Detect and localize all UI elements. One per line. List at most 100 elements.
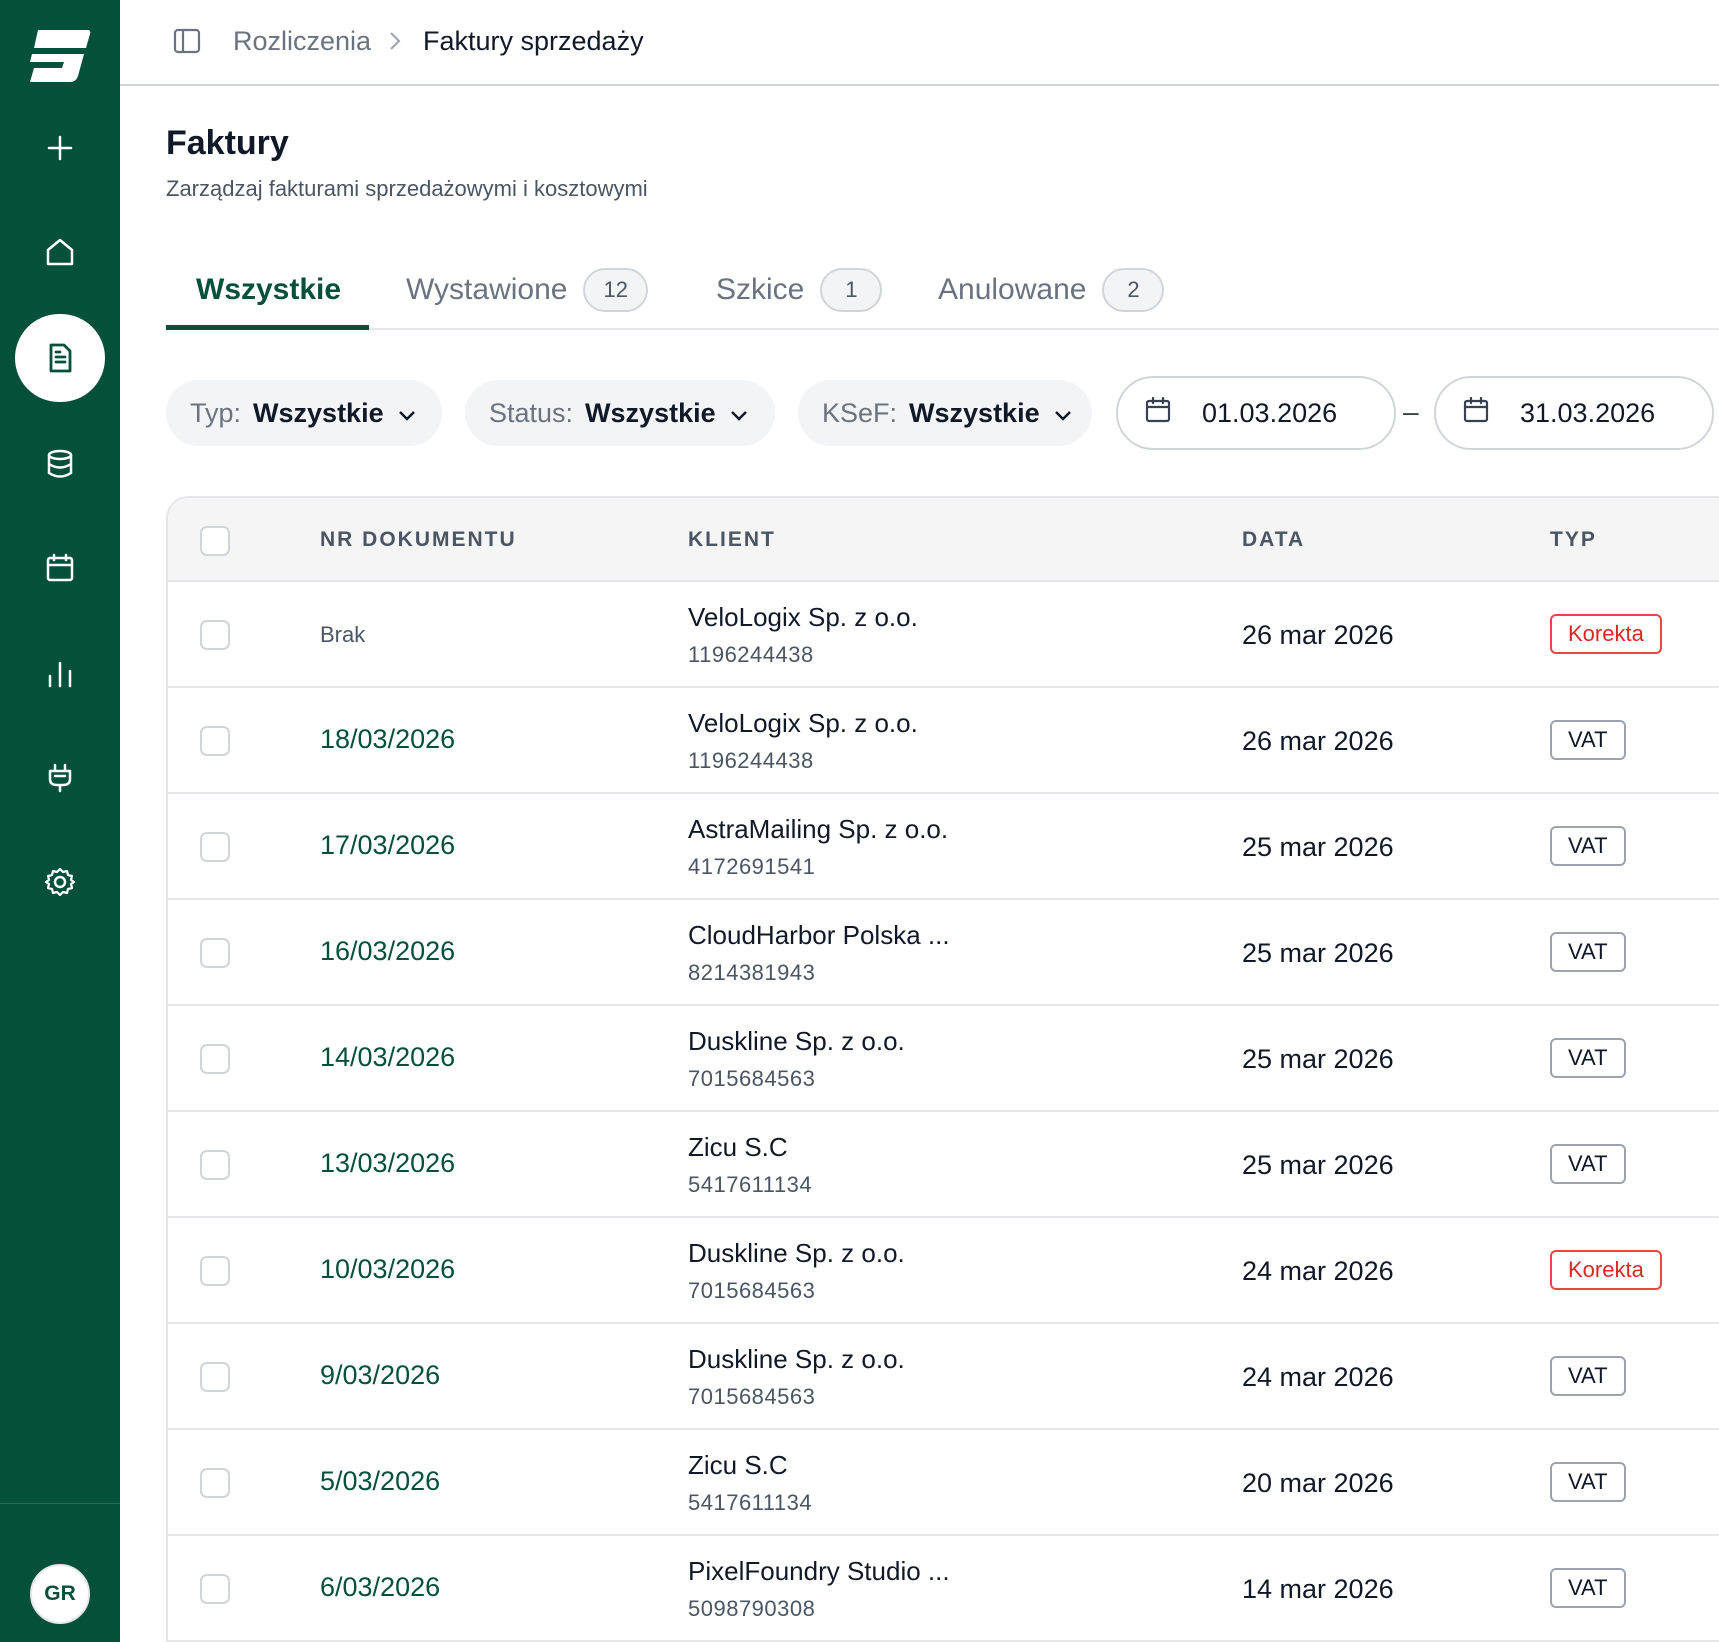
filter-value: Wszystkie [585,397,716,428]
sidebar-item-home[interactable] [0,212,120,292]
table-row[interactable]: 13/03/2026 Zicu S.C 5417611134 25 mar 2026 V… [168,1112,1719,1218]
chevron-down-icon [730,398,748,429]
tab-drafts[interactable]: Szkice 1 [716,250,883,330]
type-badge: Korekta [1550,614,1662,654]
date-range-separator: – [1403,396,1419,427]
avatar[interactable]: GR [30,1564,90,1624]
column-header-type[interactable]: TYP [1550,528,1597,552]
filter-value: Wszystkie [253,397,384,428]
chart-icon [44,658,76,690]
date-to-input[interactable]: 31.03.2026 [1434,376,1714,450]
table-row[interactable]: 9/03/2026 Duskline Sp. z o.o. 7015684563 24… [168,1324,1719,1430]
row-checkbox[interactable] [200,832,230,862]
type-badge: VAT [1550,1038,1626,1078]
type-filter[interactable]: Typ: Wszystkie [166,380,442,446]
sidebar: GR [0,0,120,1642]
page-subtitle: Zarządzaj fakturami sprzedażowymi i kosz… [166,176,648,201]
client-name: VeloLogix Sp. z o.o. [688,602,918,632]
document-number[interactable]: 5/03/2026 [320,1466,440,1497]
client-name: VeloLogix Sp. z o.o. [688,708,918,738]
document-number[interactable]: 17/03/2026 [320,830,455,861]
document-number[interactable]: 16/03/2026 [320,936,455,967]
document-number[interactable]: 10/03/2026 [320,1254,455,1285]
plug-icon [44,762,76,794]
table-row[interactable]: 16/03/2026 CloudHarbor Polska ... 82143819… [168,900,1719,1006]
column-header-client[interactable]: KLIENT [688,528,776,552]
tab-label: Szkice [716,273,805,306]
filter-label: Status: [489,397,574,428]
table-row[interactable]: Brak VeloLogix Sp. z o.o. 1196244438 26 mar… [168,582,1719,688]
client-nip: 5098790308 [688,1596,816,1621]
row-checkbox[interactable] [200,1044,230,1074]
database-icon [44,448,76,480]
tab-issued[interactable]: Wystawione 12 [406,250,648,330]
client-nip: 1196244438 [688,748,814,773]
client-name: Duskline Sp. z o.o. [688,1344,905,1374]
select-all-checkbox[interactable] [200,526,230,556]
client-nip: 5417611134 [688,1172,813,1197]
home-icon [44,236,76,268]
filter-label: KSeF: [822,397,898,428]
add-button[interactable] [0,108,120,188]
app-logo[interactable] [28,22,92,88]
invoice-date: 25 mar 2026 [1242,1044,1394,1074]
table-header: NR DOKUMENTU KLIENT DATA TYP [168,498,1719,582]
row-checkbox[interactable] [200,1150,230,1180]
row-checkbox[interactable] [200,1574,230,1604]
table-row[interactable]: 6/03/2026 PixelFoundry Studio ... 50987903… [168,1536,1719,1642]
ksef-filter[interactable]: KSeF: Wszystkie [798,380,1092,446]
tab-all[interactable]: Wszystkie [196,250,341,330]
type-badge: VAT [1550,1568,1626,1608]
page-title: Faktury [166,124,289,162]
document-number[interactable]: 18/03/2026 [320,724,455,755]
client-name: Duskline Sp. z o.o. [688,1026,905,1056]
row-checkbox[interactable] [200,1362,230,1392]
table-row[interactable]: 10/03/2026 Duskline Sp. z o.o. 7015684563 2… [168,1218,1719,1324]
client-name: PixelFoundry Studio ... [688,1556,950,1586]
type-badge: VAT [1550,720,1626,760]
chevron-down-icon [398,398,416,429]
tab-label: Wszystkie [196,273,342,306]
client-nip: 1196244438 [688,642,814,667]
invoice-date: 25 mar 2026 [1242,1150,1394,1180]
document-number[interactable]: 14/03/2026 [320,1042,455,1073]
table-row[interactable]: 5/03/2026 Zicu S.C 5417611134 20 mar 2026 VA… [168,1430,1719,1536]
calendar-icon [44,552,76,584]
sidebar-item-database[interactable] [0,424,120,504]
type-badge: VAT [1550,932,1626,972]
table-row[interactable]: 17/03/2026 AstraMailing Sp. z o.o. 4172691… [168,794,1719,900]
top-bar: Rozliczenia Faktury sprzedaży [120,0,1719,86]
type-badge: VAT [1550,1356,1626,1396]
status-filter[interactable]: Status: Wszystkie [465,380,775,446]
row-checkbox[interactable] [200,1468,230,1498]
table-row[interactable]: 14/03/2026 Duskline Sp. z o.o. 7015684563 2… [168,1006,1719,1112]
row-checkbox[interactable] [200,1256,230,1286]
invoice-date: 25 mar 2026 [1242,832,1394,862]
tab-count-badge: 12 [583,268,648,312]
date-from-input[interactable]: 01.03.2026 [1116,376,1396,450]
document-number[interactable]: 9/03/2026 [320,1360,440,1391]
sidebar-item-invoices[interactable] [0,314,120,402]
breadcrumb-current: Faktury sprzedaży [423,26,644,56]
document-number[interactable]: 13/03/2026 [320,1148,455,1179]
table-row[interactable]: 18/03/2026 VeloLogix Sp. z o.o. 1196244438… [168,688,1719,794]
row-checkbox[interactable] [200,620,230,650]
sidebar-item-reports[interactable] [0,634,120,714]
row-checkbox[interactable] [200,726,230,756]
sidebar-item-integrations[interactable] [0,738,120,818]
client-nip: 8214381943 [688,960,816,985]
document-number[interactable]: 6/03/2026 [320,1572,440,1603]
toggle-sidebar-icon[interactable] [173,27,201,60]
tab-label: Wystawione [406,273,568,306]
column-header-date[interactable]: DATA [1242,528,1305,552]
column-header-document[interactable]: NR DOKUMENTU [320,528,517,552]
row-checkbox[interactable] [200,938,230,968]
breadcrumb-parent[interactable]: Rozliczenia [233,26,371,57]
sidebar-item-settings[interactable] [0,842,120,922]
tab-label: Anulowane [938,273,1087,306]
document-number[interactable]: Brak [320,622,365,648]
chevron-right-icon [388,30,402,57]
type-badge: VAT [1550,1144,1626,1184]
tab-cancelled[interactable]: Anulowane 2 [938,250,1165,330]
sidebar-item-calendar[interactable] [0,528,120,608]
